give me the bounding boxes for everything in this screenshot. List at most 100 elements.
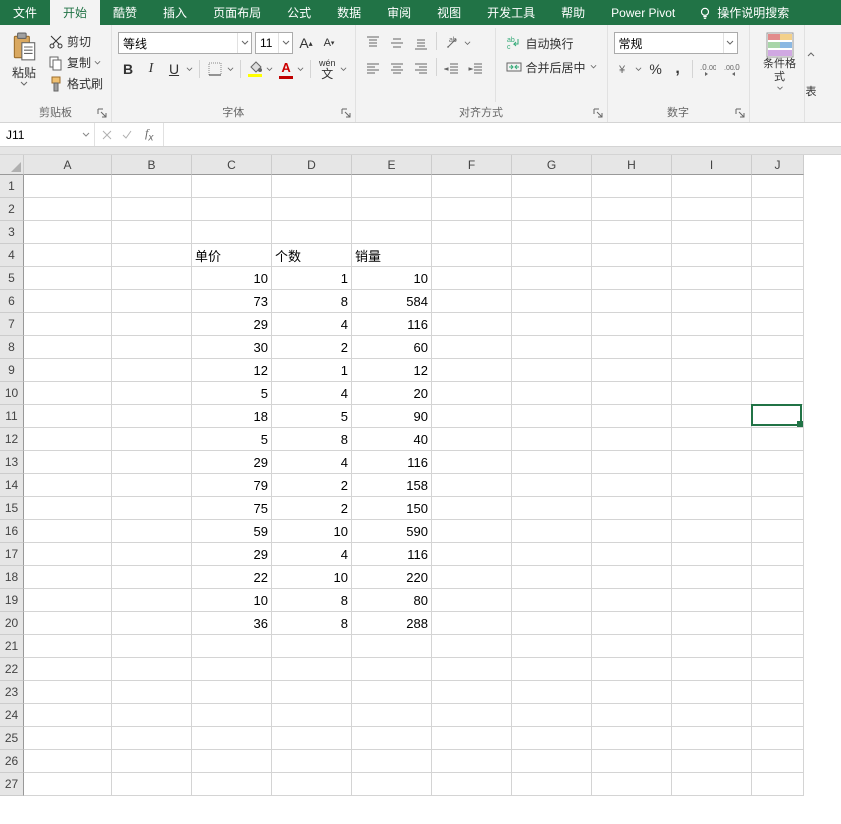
ribbon-overflow[interactable]: 表	[804, 25, 818, 122]
cell-I23[interactable]	[672, 681, 752, 704]
cell-D25[interactable]	[272, 727, 352, 750]
row-header-15[interactable]: 15	[0, 497, 24, 520]
cell-C27[interactable]	[192, 773, 272, 796]
cell-G18[interactable]	[512, 566, 592, 589]
cell-J21[interactable]	[752, 635, 804, 658]
cell-I3[interactable]	[672, 221, 752, 244]
cell-H17[interactable]	[592, 543, 672, 566]
cell-F5[interactable]	[432, 267, 512, 290]
increase-indent-button[interactable]	[465, 58, 487, 80]
cell-F22[interactable]	[432, 658, 512, 681]
accounting-format-button[interactable]: ¥	[614, 58, 634, 80]
cell-J27[interactable]	[752, 773, 804, 796]
cell-G3[interactable]	[512, 221, 592, 244]
cell-D23[interactable]	[272, 681, 352, 704]
cell-H5[interactable]	[592, 267, 672, 290]
cell-E27[interactable]	[352, 773, 432, 796]
cell-F8[interactable]	[432, 336, 512, 359]
bold-button[interactable]: B	[118, 58, 138, 80]
cell-I19[interactable]	[672, 589, 752, 612]
row-header-4[interactable]: 4	[0, 244, 24, 267]
cell-B1[interactable]	[112, 175, 192, 198]
cell-J11[interactable]	[752, 405, 804, 428]
alignment-dialog-launcher[interactable]	[591, 106, 605, 120]
cell-I16[interactable]	[672, 520, 752, 543]
cell-I25[interactable]	[672, 727, 752, 750]
cell-B10[interactable]	[112, 382, 192, 405]
cell-I24[interactable]	[672, 704, 752, 727]
cell-A24[interactable]	[24, 704, 112, 727]
cell-H15[interactable]	[592, 497, 672, 520]
cell-F12[interactable]	[432, 428, 512, 451]
cell-I9[interactable]	[672, 359, 752, 382]
cell-B14[interactable]	[112, 474, 192, 497]
column-header-C[interactable]: C	[192, 155, 272, 175]
cell-G23[interactable]	[512, 681, 592, 704]
cell-A15[interactable]	[24, 497, 112, 520]
accounting-dropdown[interactable]	[634, 66, 644, 73]
cell-D22[interactable]	[272, 658, 352, 681]
cell-C22[interactable]	[192, 658, 272, 681]
cell-C7[interactable]: 29	[192, 313, 272, 336]
cell-A8[interactable]	[24, 336, 112, 359]
cell-H21[interactable]	[592, 635, 672, 658]
cell-D7[interactable]: 4	[272, 313, 352, 336]
cell-H13[interactable]	[592, 451, 672, 474]
cell-I22[interactable]	[672, 658, 752, 681]
cell-C12[interactable]: 5	[192, 428, 272, 451]
align-bottom-button[interactable]	[410, 32, 432, 54]
cell-B24[interactable]	[112, 704, 192, 727]
tab-home[interactable]: 开始	[50, 0, 100, 25]
cell-I21[interactable]	[672, 635, 752, 658]
cell-B15[interactable]	[112, 497, 192, 520]
tab-formula[interactable]: 公式	[274, 0, 324, 25]
row-header-23[interactable]: 23	[0, 681, 24, 704]
cell-J4[interactable]	[752, 244, 804, 267]
formula-input[interactable]	[164, 123, 841, 146]
cell-G11[interactable]	[512, 405, 592, 428]
cell-G20[interactable]	[512, 612, 592, 635]
cell-C25[interactable]	[192, 727, 272, 750]
cell-B18[interactable]	[112, 566, 192, 589]
cell-I12[interactable]	[672, 428, 752, 451]
cell-J1[interactable]	[752, 175, 804, 198]
cell-H22[interactable]	[592, 658, 672, 681]
cell-D13[interactable]: 4	[272, 451, 352, 474]
row-header-1[interactable]: 1	[0, 175, 24, 198]
cell-B23[interactable]	[112, 681, 192, 704]
cell-H26[interactable]	[592, 750, 672, 773]
cell-B13[interactable]	[112, 451, 192, 474]
cell-E1[interactable]	[352, 175, 432, 198]
cell-D20[interactable]: 8	[272, 612, 352, 635]
cell-F26[interactable]	[432, 750, 512, 773]
row-header-3[interactable]: 3	[0, 221, 24, 244]
cell-H2[interactable]	[592, 198, 672, 221]
cell-I4[interactable]	[672, 244, 752, 267]
cell-I2[interactable]	[672, 198, 752, 221]
font-name-input[interactable]	[119, 36, 237, 50]
cell-E8[interactable]: 60	[352, 336, 432, 359]
cell-I14[interactable]	[672, 474, 752, 497]
cell-E6[interactable]: 584	[352, 290, 432, 313]
cell-I10[interactable]	[672, 382, 752, 405]
row-header-26[interactable]: 26	[0, 750, 24, 773]
cell-F21[interactable]	[432, 635, 512, 658]
cell-B25[interactable]	[112, 727, 192, 750]
cell-D15[interactable]: 2	[272, 497, 352, 520]
cell-H14[interactable]	[592, 474, 672, 497]
cell-C10[interactable]: 5	[192, 382, 272, 405]
row-header-18[interactable]: 18	[0, 566, 24, 589]
number-format-combo[interactable]	[614, 32, 738, 54]
cell-F9[interactable]	[432, 359, 512, 382]
cell-H11[interactable]	[592, 405, 672, 428]
row-header-10[interactable]: 10	[0, 382, 24, 405]
cell-D17[interactable]: 4	[272, 543, 352, 566]
font-dialog-launcher[interactable]	[339, 106, 353, 120]
align-center-button[interactable]	[386, 58, 408, 80]
tab-file[interactable]: 文件	[0, 0, 50, 25]
cell-H23[interactable]	[592, 681, 672, 704]
align-right-button[interactable]	[410, 58, 432, 80]
cell-E22[interactable]	[352, 658, 432, 681]
cell-D16[interactable]: 10	[272, 520, 352, 543]
column-header-B[interactable]: B	[112, 155, 192, 175]
